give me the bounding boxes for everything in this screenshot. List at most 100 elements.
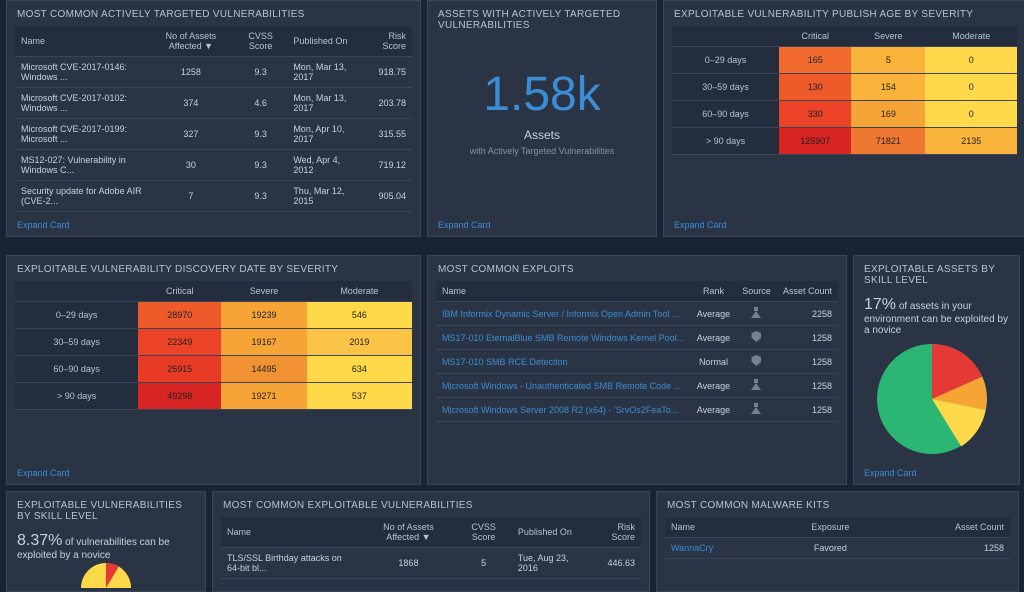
skill-pct-text: 8.37% of vulnerabilities can be exploite… bbox=[7, 528, 205, 563]
heat-cell[interactable]: 49298 bbox=[138, 383, 221, 410]
cell-name[interactable]: MS17-010 SMB RCE Detection bbox=[436, 350, 691, 374]
table-row[interactable]: Security update for Adobe AIR (CVE-2... … bbox=[15, 181, 412, 212]
heat-cell[interactable]: 0 bbox=[925, 74, 1017, 101]
table-row[interactable]: IBM Informix Dynamic Server / Informix O… bbox=[436, 302, 838, 326]
cell-assets: 1868 bbox=[362, 548, 456, 579]
heat-cell[interactable]: 130 bbox=[779, 74, 851, 101]
col-rank[interactable]: Rank bbox=[691, 281, 736, 302]
expand-card-link[interactable]: Expand Card bbox=[428, 216, 656, 236]
heat-cell[interactable]: 2135 bbox=[925, 128, 1017, 155]
heat-row-label: 30–59 days bbox=[672, 74, 779, 101]
table-row[interactable]: MS12-027: Vulnerability in Windows C... … bbox=[15, 150, 412, 181]
expand-card-link[interactable]: Expand Card bbox=[854, 464, 1019, 484]
heat-cell[interactable]: 169 bbox=[851, 101, 925, 128]
cell-name[interactable]: IBM Informix Dynamic Server / Informix O… bbox=[436, 302, 691, 326]
cell-source bbox=[736, 398, 777, 422]
expand-card-link[interactable]: Expand Card bbox=[7, 464, 420, 484]
heat-cell[interactable]: 330 bbox=[779, 101, 851, 128]
cell-risk: 918.75 bbox=[362, 57, 412, 88]
card-title: MOST COMMON EXPLOITABLE VULNERABILITIES bbox=[213, 492, 649, 517]
skill-assets-pie bbox=[877, 344, 997, 464]
table-row[interactable]: Microsoft CVE-2017-0199: Microsoft ... 3… bbox=[15, 119, 412, 150]
col-cvss[interactable]: CVSS Score bbox=[234, 26, 287, 57]
cell-name[interactable]: MS17-010 EternalBlue SMB Remote Windows … bbox=[436, 326, 691, 350]
heat-cell[interactable]: 19271 bbox=[221, 383, 306, 410]
cell-name: MS12-027: Vulnerability in Windows C... bbox=[15, 150, 148, 181]
heat-row-label: 30–59 days bbox=[15, 329, 138, 356]
table-row[interactable]: WannaCry Favored 1258 bbox=[665, 538, 1010, 559]
card-common-exploits: MOST COMMON EXPLOITS Name Rank Source As… bbox=[427, 255, 847, 485]
col-count[interactable]: Asset Count bbox=[883, 517, 1010, 538]
cell-assets: 374 bbox=[148, 88, 234, 119]
table-row[interactable]: Microsoft Windows Server 2008 R2 (x64) -… bbox=[436, 398, 838, 422]
col-source[interactable]: Source bbox=[736, 281, 777, 302]
heat-col-header: Critical bbox=[779, 26, 851, 47]
table-row[interactable]: TLS/SSL Birthday attacks on 64-bit bl...… bbox=[221, 548, 641, 579]
heat-cell[interactable]: 2019 bbox=[307, 329, 412, 356]
cell-rank: Average bbox=[691, 398, 736, 422]
table-row[interactable]: MS17-010 SMB RCE Detection Normal 1258 bbox=[436, 350, 838, 374]
heat-cell[interactable]: 125907 bbox=[779, 128, 851, 155]
heat-cell[interactable]: 546 bbox=[307, 302, 412, 329]
cell-count: 1258 bbox=[777, 398, 838, 422]
heat-cell[interactable]: 0 bbox=[925, 101, 1017, 128]
card-common-exploitable-vulns: MOST COMMON EXPLOITABLE VULNERABILITIES … bbox=[212, 491, 650, 592]
exploitable-vulns-table: Name No of Assets Affected ▼ CVSS Score … bbox=[221, 517, 641, 579]
cell-name[interactable]: Microsoft Windows Server 2008 R2 (x64) -… bbox=[436, 398, 691, 422]
table-row[interactable]: MS17-010 EternalBlue SMB Remote Windows … bbox=[436, 326, 838, 350]
cell-name[interactable]: Microsoft Windows - Unauthenticated SMB … bbox=[436, 374, 691, 398]
cell-assets: 7 bbox=[148, 181, 234, 212]
cell-cvss: 9.3 bbox=[234, 181, 287, 212]
col-cvss[interactable]: CVSS Score bbox=[455, 517, 511, 548]
cell-rank: Normal bbox=[691, 350, 736, 374]
col-assets[interactable]: No of Assets Affected ▼ bbox=[362, 517, 456, 548]
malware-kits-table: Name Exposure Asset Count WannaCry Favor… bbox=[665, 517, 1010, 559]
card-title: EXPLOITABLE VULNERABILITIES BY SKILL LEV… bbox=[7, 492, 205, 528]
publish-age-heatmap: CriticalSevereModerate0–29 days1655030–5… bbox=[672, 26, 1017, 155]
shield-icon bbox=[751, 355, 761, 366]
table-row[interactable]: Microsoft Windows - Unauthenticated SMB … bbox=[436, 374, 838, 398]
heat-cell[interactable]: 165 bbox=[779, 47, 851, 74]
heat-col-header: Severe bbox=[851, 26, 925, 47]
col-published[interactable]: Published On bbox=[512, 517, 589, 548]
heat-cell[interactable]: 25915 bbox=[138, 356, 221, 383]
expand-card-link[interactable]: Expand Card bbox=[664, 216, 1024, 236]
heat-cell[interactable]: 634 bbox=[307, 356, 412, 383]
heat-cell[interactable]: 71821 bbox=[851, 128, 925, 155]
cell-source bbox=[736, 326, 777, 350]
heat-row-label: 0–29 days bbox=[15, 302, 138, 329]
card-skill-assets: EXPLOITABLE ASSETS BY SKILL LEVEL 17% of… bbox=[853, 255, 1020, 485]
heat-cell[interactable]: 22349 bbox=[138, 329, 221, 356]
col-name[interactable]: Name bbox=[221, 517, 362, 548]
targeted-vulns-table: Name No of Assets Affected ▼ CVSS Score … bbox=[15, 26, 412, 212]
col-exposure[interactable]: Exposure bbox=[778, 517, 882, 538]
heat-cell[interactable]: 537 bbox=[307, 383, 412, 410]
cell-name[interactable]: WannaCry bbox=[665, 538, 778, 559]
heat-cell[interactable]: 19239 bbox=[221, 302, 306, 329]
table-row[interactable]: Microsoft CVE-2017-0102: Windows ... 374… bbox=[15, 88, 412, 119]
col-name[interactable]: Name bbox=[665, 517, 778, 538]
col-assets[interactable]: No of Assets Affected ▼ bbox=[148, 26, 234, 57]
heat-row-label: > 90 days bbox=[15, 383, 138, 410]
card-discovery-date: EXPLOITABLE VULNERABILITY DISCOVERY DATE… bbox=[6, 255, 421, 485]
col-risk[interactable]: Risk Score bbox=[589, 517, 641, 548]
heat-cell[interactable]: 5 bbox=[851, 47, 925, 74]
table-row[interactable]: Microsoft CVE-2017-0146: Windows ... 125… bbox=[15, 57, 412, 88]
col-name[interactable]: Name bbox=[15, 26, 148, 57]
flask-icon bbox=[751, 307, 761, 318]
heat-cell[interactable]: 0 bbox=[925, 47, 1017, 74]
heat-cell[interactable]: 19167 bbox=[221, 329, 306, 356]
col-risk[interactable]: Risk Score bbox=[362, 26, 412, 57]
heat-cell[interactable]: 154 bbox=[851, 74, 925, 101]
cell-cvss: 9.3 bbox=[234, 57, 287, 88]
heat-row-label: 0–29 days bbox=[672, 47, 779, 74]
cell-published: Mon, Apr 10, 2017 bbox=[287, 119, 362, 150]
col-count[interactable]: Asset Count bbox=[777, 281, 838, 302]
heat-cell[interactable]: 28970 bbox=[138, 302, 221, 329]
cell-published: Wed, Apr 4, 2012 bbox=[287, 150, 362, 181]
col-published[interactable]: Published On bbox=[287, 26, 362, 57]
col-name[interactable]: Name bbox=[436, 281, 691, 302]
heat-cell[interactable]: 14495 bbox=[221, 356, 306, 383]
expand-card-link[interactable]: Expand Card bbox=[7, 216, 420, 236]
card-title: EXPLOITABLE ASSETS BY SKILL LEVEL bbox=[854, 256, 1019, 292]
